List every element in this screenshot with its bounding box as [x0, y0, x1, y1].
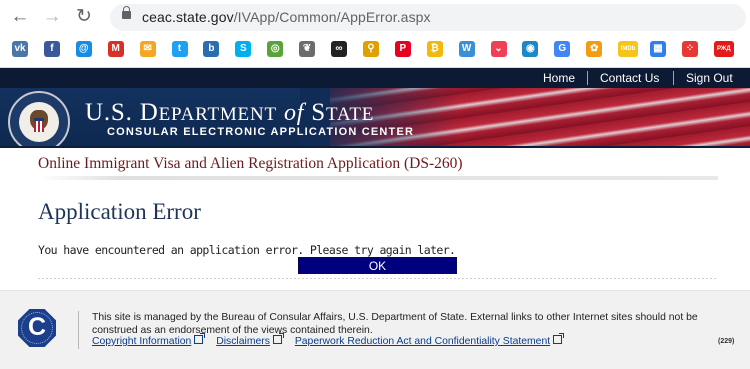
footer-links: Copyright Information Disclaimers Paperw…	[92, 333, 572, 347]
target-icon[interactable]: ◉	[522, 41, 539, 57]
url-host: ceac.state.gov	[142, 9, 234, 25]
gmail-icon[interactable]: M	[107, 41, 124, 57]
facebook-icon[interactable]: f	[43, 41, 60, 57]
address-bar[interactable]: ceac.state.gov/IVApp/Common/AppError.asp…	[110, 4, 746, 31]
leaf-icon[interactable]: ❦	[299, 41, 316, 57]
link-label: Disclaimers	[216, 336, 270, 347]
infinity-icon[interactable]: ∞	[331, 41, 347, 57]
lock-icon	[122, 6, 131, 19]
skype-icon[interactable]: S	[235, 41, 252, 57]
browser-toolbar: ← → ↻ ceac.state.gov/IVApp/Common/AppErr…	[0, 0, 750, 35]
banner-border	[0, 146, 750, 148]
bookmark-b-icon[interactable]: b	[203, 41, 220, 57]
forward-arrow-icon[interactable]: →	[42, 7, 62, 27]
grid-icon[interactable]: ▦	[650, 41, 666, 57]
divider	[38, 176, 718, 180]
mail-at-icon[interactable]: @	[75, 41, 92, 57]
department-subtitle: CONSULAR ELECTRONIC APPLICATION CENTER	[107, 126, 415, 138]
nav-home-link[interactable]: Home	[543, 71, 575, 85]
pinterest-icon[interactable]: P	[394, 41, 411, 57]
footer-disclaimer: This site is managed by the Bureau of Co…	[92, 312, 698, 336]
reload-icon[interactable]: ↻	[74, 7, 94, 27]
state-department-seal-icon	[8, 91, 70, 148]
copyright-link[interactable]: Copyright Information	[92, 333, 206, 347]
error-message: You have encountered an application erro…	[38, 243, 456, 257]
ok-button[interactable]: OK	[298, 257, 457, 274]
vk-icon[interactable]: vk	[12, 41, 28, 57]
envelope-icon[interactable]: ✉	[139, 41, 156, 57]
logo-letter: C	[27, 313, 47, 341]
bookmarks-bar: vk f @ M ✉ t b S ◎ ❦ ∞ ⚲ P ₿ W ⌄ ◉ G ✿ IMDb ▦ ⁘ РЖД	[0, 35, 750, 68]
title-part: TATE	[326, 104, 375, 125]
person-icon[interactable]: ⚲	[362, 41, 379, 57]
translate-icon[interactable]: G	[554, 41, 571, 57]
error-heading: Application Error	[38, 199, 201, 224]
title-part: S	[311, 99, 327, 126]
wikipedia-icon[interactable]: W	[458, 41, 475, 57]
title-part: EPARTMENT	[158, 104, 277, 125]
external-link-icon	[553, 333, 565, 344]
nav-separator	[673, 71, 674, 85]
nav-signout-link[interactable]: Sign Out	[686, 71, 733, 85]
nav-separator	[587, 71, 588, 85]
paperwork-reduction-link[interactable]: Paperwork Reduction Act and Confidential…	[294, 333, 565, 347]
dotted-divider	[38, 278, 718, 279]
site-top-nav: Home Contact Us Sign Out	[0, 68, 750, 88]
footer: C This site is managed by the Bureau of …	[0, 290, 750, 369]
pocket-icon[interactable]: ⌄	[490, 41, 507, 57]
back-arrow-icon[interactable]: ←	[10, 7, 30, 27]
globe-icon[interactable]: ◎	[267, 41, 284, 57]
rzd-icon[interactable]: РЖД	[713, 41, 734, 57]
link-label: Copyright Information	[92, 336, 192, 347]
coin-icon[interactable]: ₿	[426, 41, 443, 57]
footer-divider	[78, 311, 79, 349]
title-part: of	[283, 100, 305, 126]
form-title: Online Immigrant Visa and Alien Registra…	[38, 155, 463, 172]
consular-affairs-logo-icon: C	[18, 309, 56, 347]
external-link-icon	[272, 333, 284, 344]
nav-contact-link[interactable]: Contact Us	[600, 71, 659, 85]
department-title: U.S. DEPARTMENT of STATE	[85, 99, 374, 127]
department-banner: U.S. DEPARTMENT of STATE CONSULAR ELECTR…	[0, 88, 750, 148]
twitter-icon[interactable]: t	[171, 41, 188, 57]
external-link-icon	[194, 333, 206, 344]
shield-icon	[34, 118, 44, 132]
disclaimers-link[interactable]: Disclaimers	[216, 333, 284, 347]
reel-icon[interactable]: ✿	[586, 41, 603, 57]
page-code: (229)	[718, 338, 735, 345]
dots-icon[interactable]: ⁘	[681, 41, 698, 57]
link-label: Paperwork Reduction Act and Confidential…	[294, 336, 551, 347]
title-part: U.S. D	[85, 99, 159, 126]
url-path: /IVApp/Common/AppError.aspx	[233, 9, 431, 25]
imdb-icon[interactable]: IMDb	[618, 41, 639, 57]
url-text: ceac.state.gov/IVApp/Common/AppError.asp…	[142, 9, 431, 25]
